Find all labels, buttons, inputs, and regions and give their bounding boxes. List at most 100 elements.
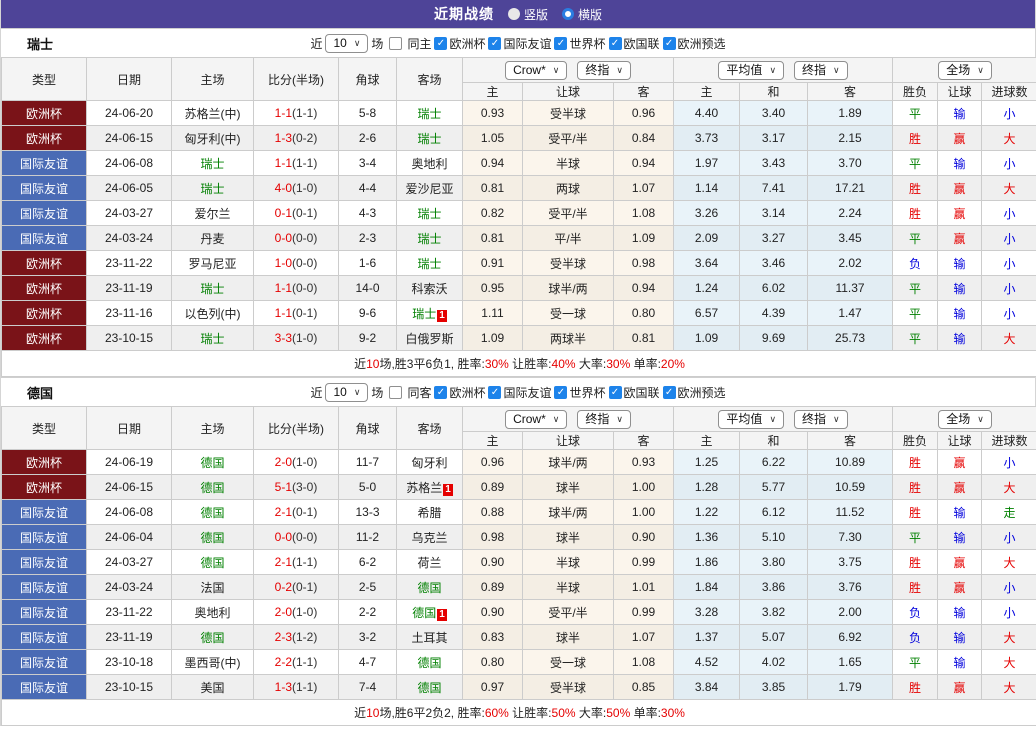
league-option-1[interactable]: ✓ 国际友谊: [488, 35, 551, 52]
home-team-cell: 德国: [171, 624, 254, 650]
league-type-badge: 国际友谊: [1, 225, 87, 251]
avg-home-cell: 1.24: [673, 275, 741, 301]
away-team-cell: 苏格兰 1: [396, 474, 463, 500]
league-checkbox[interactable]: ✓: [554, 36, 568, 50]
recent-count-select[interactable]: 10 ∨: [325, 33, 369, 53]
col-header: 主场: [171, 406, 254, 450]
period-select[interactable]: 全场 ∨: [938, 409, 992, 429]
section-header: 瑞士 近 10 ∨ 场 同主 ✓ 欧洲杯 ✓ 国际友谊 ✓ 世界杯 ✓ 欧国联 ✓ 欧洲预选: [1, 29, 1035, 57]
league-checkbox[interactable]: ✓: [662, 36, 676, 50]
result-handicap-cell: 赢: [937, 225, 983, 251]
avg-away-cell: 10.59: [807, 474, 894, 500]
date-cell: 24-06-20: [86, 100, 172, 126]
result-handicap-cell: 赢: [937, 175, 983, 201]
odds-home-cell: 0.98: [462, 524, 523, 550]
handicap-cell: 球半/两: [522, 275, 614, 301]
filter-bar: 近 10 ∨ 场 同客 ✓ 欧洲杯 ✓ 国际友谊 ✓ 世界杯 ✓ 欧国联 ✓ 欧洲预选: [310, 382, 726, 402]
away-team-cell: 白俄罗斯: [396, 325, 463, 351]
league-option-2[interactable]: ✓ 世界杯: [554, 35, 606, 52]
league-option-0[interactable]: ✓ 欧洲杯: [434, 384, 485, 401]
avg-home-cell: 1.86: [673, 549, 741, 575]
layout-radio-horizontal[interactable]: 横版: [562, 6, 602, 23]
away-team-cell: 瑞士: [396, 125, 463, 151]
league-option-3[interactable]: ✓ 欧国联: [608, 35, 660, 52]
handicap-cell: 球半: [522, 624, 614, 650]
league-type-badge: 欧洲杯: [1, 125, 87, 151]
odds-stage-select[interactable]: 终指 ∨: [577, 409, 631, 429]
away-team-cell: 瑞士: [396, 100, 463, 126]
league-type-badge: 国际友谊: [1, 624, 87, 650]
date-cell: 24-03-27: [86, 200, 172, 226]
avg-away-cell: 3.76: [807, 574, 894, 600]
avg-away-cell: 10.89: [807, 449, 894, 475]
league-option-0[interactable]: ✓ 欧洲杯: [434, 35, 485, 52]
avg-away-cell: 1.79: [807, 674, 894, 700]
average-stage-select[interactable]: 终指 ∨: [794, 409, 848, 429]
result-wdl-cell: 胜: [892, 574, 939, 600]
result-overunder-cell: 小: [981, 100, 1036, 126]
league-type-badge: 欧洲杯: [1, 100, 87, 126]
home-team-cell: 苏格兰(中): [171, 100, 254, 126]
layout-radio-vertical[interactable]: 竖版: [507, 6, 548, 23]
full-score: 5-1: [274, 480, 292, 494]
summary-segment: 60%: [484, 706, 509, 720]
radio-vertical-control[interactable]: [507, 8, 520, 20]
corners-cell: 4-4: [338, 175, 397, 201]
recent-count-select[interactable]: 10 ∨: [325, 382, 369, 402]
result-wdl-cell: 平: [892, 275, 939, 301]
league-option-3[interactable]: ✓ 欧国联: [608, 384, 660, 401]
recent-label: 近: [310, 36, 323, 51]
bookmaker-select[interactable]: Crow* ∨: [505, 60, 568, 80]
radio-vertical-label: 竖版: [523, 7, 548, 22]
league-checkbox[interactable]: ✓: [662, 385, 676, 399]
avg-home-cell: 1.25: [673, 449, 741, 475]
radio-horizontal-control[interactable]: [562, 8, 574, 20]
result-handicap-cell: 赢: [937, 549, 983, 575]
same-side-option[interactable]: 同主: [386, 35, 431, 52]
date-cell: 24-06-08: [86, 150, 172, 176]
result-handicap-cell: 输: [937, 499, 983, 525]
section-header: 德国 近 10 ∨ 场 同客 ✓ 欧洲杯 ✓ 国际友谊 ✓ 世界杯 ✓ 欧国联 ✓ 欧洲预选: [1, 378, 1035, 406]
summary-segment: 单率:: [630, 357, 661, 371]
match-row: 欧洲杯 24-06-19 德国 2-0(1-0) 11-7 匈牙利 0.96 球…: [1, 449, 1036, 475]
league-checkbox[interactable]: ✓: [434, 36, 448, 50]
league-checkbox[interactable]: ✓: [488, 385, 502, 399]
col-header: 客场: [396, 406, 463, 450]
full-score: 4-0: [274, 181, 292, 195]
result-overunder-cell: 小: [981, 524, 1036, 550]
league-checkbox[interactable]: ✓: [608, 385, 622, 399]
period-select[interactable]: 全场 ∨: [938, 60, 992, 80]
result-overunder-cell: 小: [981, 200, 1036, 226]
team-name: 德国: [27, 385, 54, 401]
result-handicap-cell: 输: [937, 300, 983, 326]
date-cell: 23-11-19: [86, 275, 172, 301]
same-side-checkbox[interactable]: [389, 385, 403, 399]
score-cell: 0-0(0-0): [253, 225, 339, 251]
league-option-4[interactable]: ✓ 欧洲预选: [662, 384, 726, 401]
league-type-badge: 国际友谊: [1, 499, 87, 525]
col-header: 比分(半场): [253, 57, 339, 101]
league-checkbox[interactable]: ✓: [554, 385, 568, 399]
average-select[interactable]: 平均值 ∨: [718, 409, 785, 429]
corners-cell: 4-3: [338, 200, 397, 226]
league-checkbox[interactable]: ✓: [608, 36, 622, 50]
match-row: 国际友谊 24-06-08 瑞士 1-1(1-1) 3-4 奥地利 0.94 半…: [1, 150, 1036, 176]
avg-away-cell: 3.75: [807, 549, 894, 575]
league-checkbox[interactable]: ✓: [434, 385, 448, 399]
league-option-4[interactable]: ✓ 欧洲预选: [662, 35, 726, 52]
handicap-cell: 受半球: [522, 674, 614, 700]
odds-stage-select[interactable]: 终指 ∨: [577, 60, 631, 80]
match-row: 欧洲杯 23-11-16 以色列(中) 1-1(0-1) 9-6 瑞士 1 1.1…: [1, 300, 1036, 326]
same-side-checkbox[interactable]: [389, 36, 403, 50]
league-option-1[interactable]: ✓ 国际友谊: [488, 384, 551, 401]
handicap-cell: 两球半: [522, 325, 614, 351]
home-team-cell: 德国: [171, 474, 254, 500]
average-stage-select[interactable]: 终指 ∨: [794, 60, 848, 80]
league-option-2[interactable]: ✓ 世界杯: [554, 384, 606, 401]
bookmaker-select[interactable]: Crow* ∨: [505, 409, 568, 429]
league-checkbox[interactable]: ✓: [488, 36, 502, 50]
avg-draw-cell: 3.17: [739, 125, 809, 151]
summary-text: 近10场,胜3平6负1, 胜率:30% 让胜率:40% 大率:30% 单率:20…: [0, 350, 1036, 377]
same-side-option[interactable]: 同客: [386, 384, 431, 401]
average-select[interactable]: 平均值 ∨: [718, 60, 785, 80]
